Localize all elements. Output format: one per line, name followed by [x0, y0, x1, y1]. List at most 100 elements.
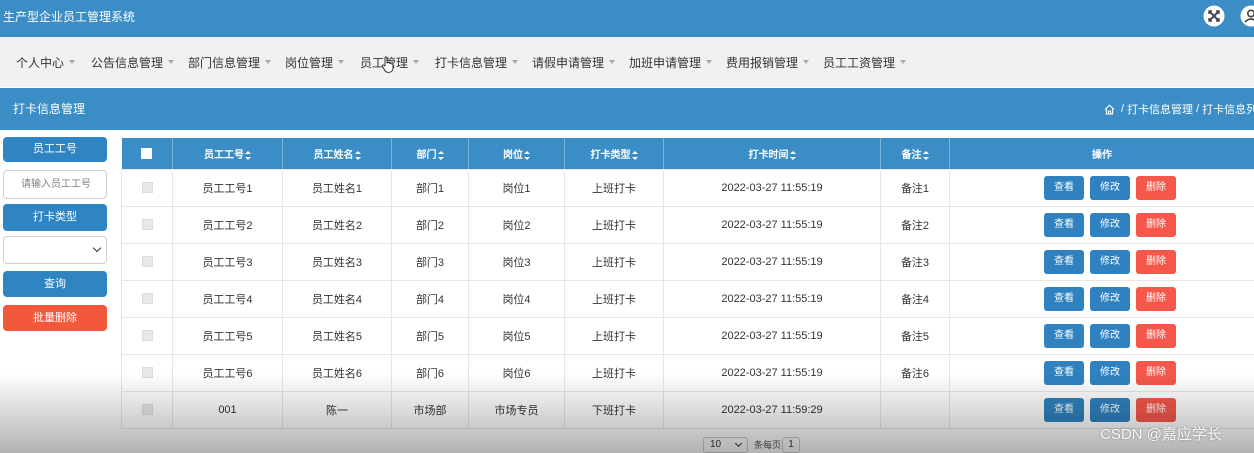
breadcrumb-item-attendance-list: 打卡信息列表 [1202, 104, 1254, 116]
sort-icon [631, 150, 638, 160]
view-button[interactable]: 查看 [1044, 212, 1084, 237]
delete-button[interactable]: 删除 [1136, 360, 1176, 385]
cell-actions: 查看 修改 删除 [949, 390, 1254, 429]
edit-button[interactable]: 修改 [1090, 323, 1130, 348]
nav-item-leave-application-management[interactable]: 请假申请管理 [532, 37, 629, 87]
view-button[interactable]: 查看 [1044, 249, 1084, 274]
cell-remark: 备注5 [880, 316, 950, 355]
sort-icon [922, 150, 929, 160]
view-button[interactable]: 查看 [1044, 397, 1084, 422]
caret-down-icon [803, 60, 810, 64]
chevron-down-icon [92, 243, 102, 253]
cell-punch-time: 2022-03-27 11:55:19 [663, 205, 881, 244]
user-icon[interactable] [1240, 5, 1254, 27]
cell-actions: 查看 修改 删除 [949, 353, 1254, 392]
caret-down-icon [900, 60, 907, 64]
nav-item-expense-reimbursement-management[interactable]: 费用报销管理 [726, 37, 823, 87]
cell-employee-name: 员工姓名4 [282, 279, 392, 318]
nav-item-label: 岗位管理 [285, 55, 334, 70]
chevron-down-icon [734, 439, 743, 448]
view-button[interactable]: 查看 [1044, 360, 1084, 385]
punch-type-select[interactable] [3, 236, 107, 264]
sort-icon [789, 150, 796, 160]
select-all-checkbox[interactable] [141, 147, 153, 159]
close-circle-icon[interactable] [1203, 5, 1225, 27]
page-header-bar: 打卡信息管理 / 打卡信息管理 / 打卡信息列表 [0, 88, 1254, 130]
col-header-employee-name[interactable]: 员工姓名 [282, 138, 392, 169]
nav-item-overtime-application-management[interactable]: 加班申请管理 [629, 37, 726, 87]
caret-down-icon [413, 60, 420, 64]
breadcrumb: / 打卡信息管理 / 打卡信息列表 [1104, 88, 1254, 130]
delete-button[interactable]: 删除 [1136, 286, 1176, 311]
home-icon[interactable] [1104, 103, 1115, 115]
col-header-punch-type[interactable]: 打卡类型 [564, 138, 664, 169]
breadcrumb-item-attendance-management[interactable]: 打卡信息管理 [1127, 101, 1193, 117]
col-header-label: 操作 [1092, 149, 1112, 161]
caret-down-icon [338, 60, 345, 64]
row-checkbox[interactable] [141, 404, 153, 416]
view-button[interactable]: 查看 [1044, 286, 1084, 311]
nav-item-label: 费用报销管理 [726, 55, 799, 70]
row-checkbox[interactable] [141, 367, 153, 379]
cell-job-post: 岗位1 [468, 168, 565, 207]
col-header-department[interactable]: 部门 [391, 138, 469, 169]
cell-job-post: 岗位3 [468, 242, 565, 281]
row-checkbox[interactable] [141, 182, 153, 194]
nav-item-salary-management[interactable]: 员工工资管理 [823, 37, 920, 87]
cell-remark: 备注1 [880, 168, 950, 207]
edit-button[interactable]: 修改 [1090, 175, 1130, 200]
col-header-label: 打卡类型 [590, 149, 631, 161]
page-size-select[interactable]: 10 [703, 437, 748, 453]
cell-actions: 查看 修改 删除 [949, 205, 1254, 244]
edit-button[interactable]: 修改 [1090, 360, 1130, 385]
row-checkbox[interactable] [141, 219, 153, 231]
row-checkbox[interactable] [141, 256, 153, 268]
employee-id-input[interactable] [3, 170, 107, 199]
col-header-label: 备注 [901, 149, 922, 161]
sort-icon [245, 150, 251, 160]
delete-button[interactable]: 删除 [1136, 249, 1176, 274]
nav-item-employee-management[interactable]: 员工管理 [360, 37, 435, 87]
cell-punch-time: 2022-03-27 11:59:29 [663, 390, 881, 429]
row-checkbox-cell [121, 242, 173, 281]
delete-button[interactable]: 删除 [1136, 212, 1176, 237]
delete-button[interactable]: 删除 [1136, 397, 1176, 422]
row-checkbox[interactable] [141, 330, 153, 342]
col-header-punch-time[interactable]: 打卡时间 [663, 138, 881, 169]
query-button[interactable]: 查询 [3, 271, 107, 297]
view-button[interactable]: 查看 [1044, 175, 1084, 200]
nav-item-label: 打卡信息管理 [435, 55, 508, 70]
cell-employee-id: 员工工号4 [172, 279, 283, 318]
employee-id-label: 员工工号 [3, 137, 107, 162]
delete-button[interactable]: 删除 [1136, 323, 1176, 348]
cell-employee-id: 001 [172, 390, 283, 429]
col-header-employee-id[interactable]: 员工工号 [172, 138, 283, 169]
batch-delete-button[interactable]: 批量删除 [3, 305, 107, 331]
nav-item-department-management[interactable]: 部门信息管理 [188, 37, 285, 87]
nav-item-personal-center[interactable]: 个人中心 [16, 37, 91, 87]
sort-icon [524, 150, 530, 160]
col-header-remark[interactable]: 备注 [880, 138, 950, 169]
attendance-table: 员工工号 员工姓名 部门 岗位 打卡类型 打卡时间 备注 操作 员工工号1 员工… [121, 138, 1254, 429]
current-page-input[interactable]: 1 [782, 437, 800, 453]
cell-punch-time: 2022-03-27 11:55:19 [663, 316, 881, 355]
table-row: 员工工号3 员工姓名3 部门3 岗位3 上班打卡 2022-03-27 11:5… [121, 242, 1254, 281]
punch-type-label: 打卡类型 [3, 204, 107, 231]
nav-item-attendance-management[interactable]: 打卡信息管理 [435, 37, 532, 87]
row-checkbox-cell [121, 279, 173, 318]
row-checkbox[interactable] [141, 293, 153, 305]
nav-item-announcement-management[interactable]: 公告信息管理 [91, 37, 188, 87]
cell-remark: 备注6 [880, 353, 950, 392]
edit-button[interactable]: 修改 [1090, 212, 1130, 237]
edit-button[interactable]: 修改 [1090, 249, 1130, 274]
cell-remark: 备注2 [880, 205, 950, 244]
view-button[interactable]: 查看 [1044, 323, 1084, 348]
main-nav: 个人中心 公告信息管理 部门信息管理 岗位管理 员工管理 打卡信息管理 请假申请… [16, 37, 920, 87]
edit-button[interactable]: 修改 [1090, 397, 1130, 422]
cell-department: 部门5 [391, 316, 469, 355]
delete-button[interactable]: 删除 [1136, 175, 1176, 200]
cell-actions: 查看 修改 删除 [949, 168, 1254, 207]
nav-item-post-management[interactable]: 岗位管理 [285, 37, 360, 87]
edit-button[interactable]: 修改 [1090, 286, 1130, 311]
col-header-job-post[interactable]: 岗位 [468, 138, 565, 169]
